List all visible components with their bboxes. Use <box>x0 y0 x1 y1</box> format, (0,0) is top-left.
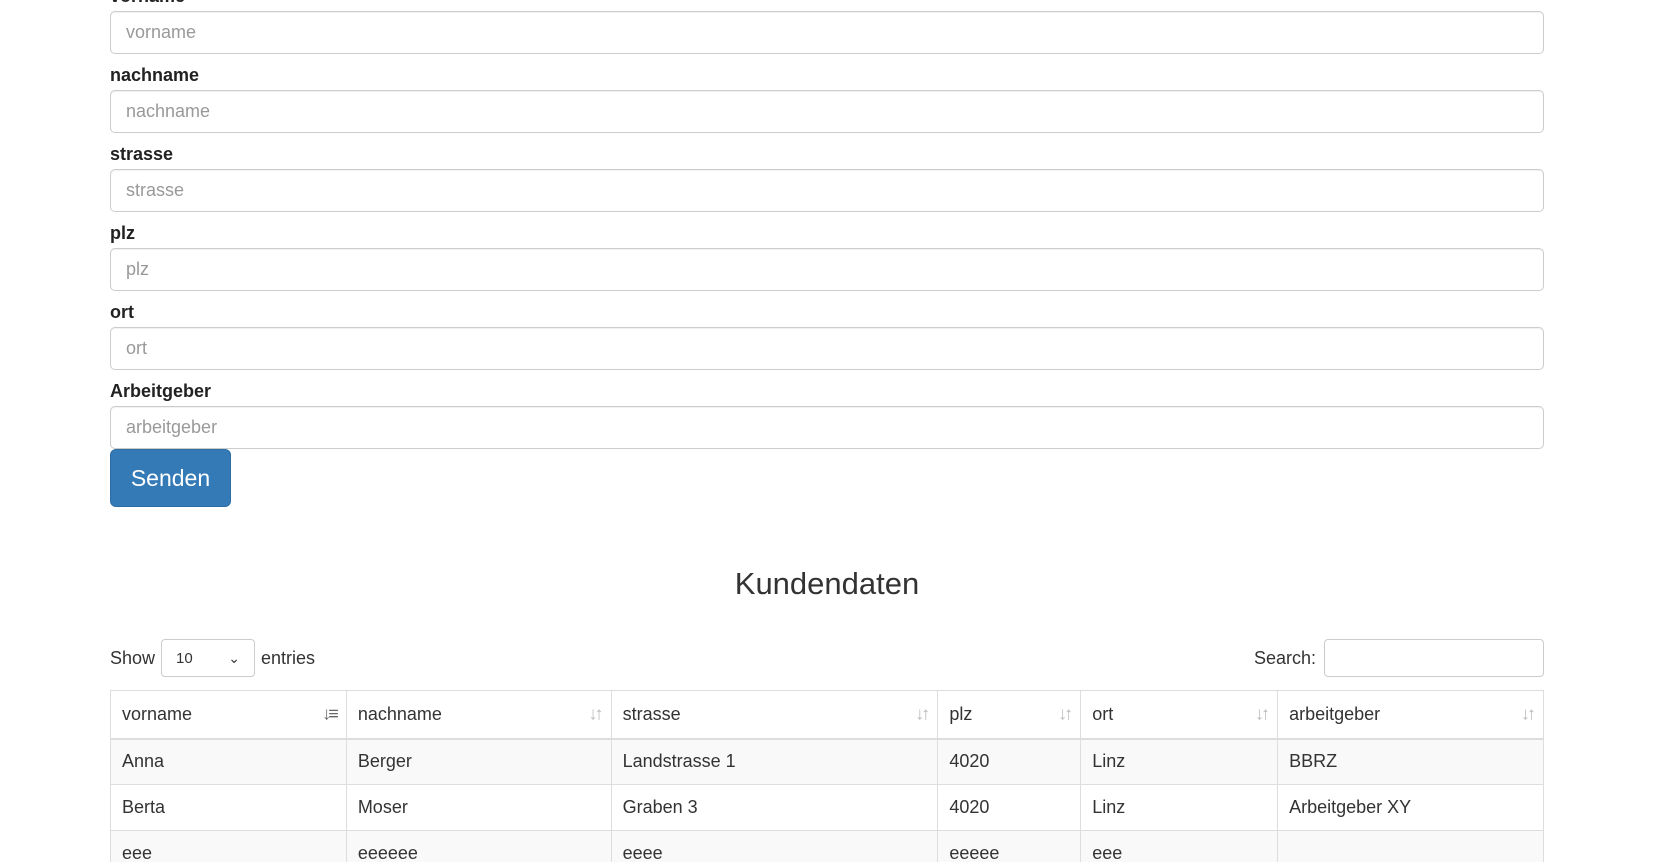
vorname-input[interactable] <box>110 11 1544 54</box>
table-cell: Arbeitgeber XY <box>1277 784 1544 831</box>
table-row: Berta Moser Graben 3 4020 Linz Arbeitgeb… <box>110 784 1544 831</box>
entries-length-select[interactable]: 10 ⌄ <box>161 639 256 677</box>
table-cell: 4020 <box>937 784 1082 831</box>
sort-icon: ↓↑ <box>1255 703 1270 724</box>
table-cell: eee <box>1080 830 1279 862</box>
table-cell: eee <box>110 830 347 862</box>
entries-length-value: 10 <box>176 649 193 667</box>
section-title: Kundendaten <box>734 566 920 601</box>
send-button[interactable]: Senden <box>110 449 231 507</box>
length-control: Show 10 ⌄ entries <box>110 638 315 678</box>
search-control: Search: <box>1254 638 1544 678</box>
sort-ascending-icon: ↓≡ <box>322 703 338 724</box>
table-row: eee eeeeee eeee eeeee eee <box>110 830 1544 862</box>
table-cell: Moser <box>345 784 612 831</box>
show-label: Show <box>110 647 156 668</box>
table-cell: Anna <box>110 738 347 785</box>
column-header-vorname[interactable]: vorname ↓≡ <box>110 690 347 740</box>
strasse-label: strasse <box>110 144 174 164</box>
column-header-ort[interactable]: ort ↓↑ <box>1080 690 1279 740</box>
column-header-arbeitgeber[interactable]: arbeitgeber ↓↑ <box>1277 690 1544 740</box>
table-cell: Linz <box>1080 738 1279 785</box>
chevron-down-icon: ⌄ <box>228 649 241 666</box>
nachname-input[interactable] <box>110 90 1544 133</box>
entries-label: entries <box>261 647 316 668</box>
search-label: Search: <box>1253 647 1316 668</box>
table-cell: Berger <box>345 738 612 785</box>
table-cell: Graben 3 <box>610 784 939 831</box>
plz-input[interactable] <box>110 248 1544 291</box>
page: vorname nachname strasse plz ort Arbeitg… <box>0 0 1667 862</box>
customer-form: vorname nachname strasse plz ort Arbeitg… <box>110 0 1544 507</box>
table-cell: Linz <box>1080 784 1279 831</box>
plz-label: plz <box>110 223 135 243</box>
sort-icon: ↓↑ <box>1521 703 1536 724</box>
sort-icon: ↓↑ <box>1058 703 1073 724</box>
table-cell: eeee <box>610 830 939 862</box>
ort-label: ort <box>110 302 134 322</box>
arbeitgeber-label: Arbeitgeber <box>110 381 212 401</box>
column-header-nachname[interactable]: nachname ↓↑ <box>345 690 612 740</box>
column-header-label: vorname <box>122 703 193 724</box>
column-header-label: nachname <box>357 703 442 724</box>
column-header-label: arbeitgeber <box>1289 703 1381 724</box>
sort-icon: ↓↑ <box>915 703 930 724</box>
nachname-label: nachname <box>110 65 200 85</box>
ort-input[interactable] <box>110 327 1544 370</box>
column-header-label: ort <box>1092 703 1114 724</box>
table-cell: eeeee <box>937 830 1082 862</box>
sort-icon: ↓↑ <box>588 703 604 724</box>
arbeitgeber-input[interactable] <box>110 406 1544 449</box>
table-controls: Show 10 ⌄ entries Search: <box>110 638 1544 678</box>
customer-table: vorname ↓≡ nachname ↓↑ strasse ↓↑ plz ↓↑… <box>110 690 1544 862</box>
column-header-label: strasse <box>622 703 681 724</box>
table-cell: eeeeee <box>345 830 612 862</box>
column-header-plz[interactable]: plz ↓↑ <box>937 690 1082 740</box>
table-cell: BBRZ <box>1277 738 1544 785</box>
column-header-strasse[interactable]: strasse ↓↑ <box>610 690 939 740</box>
table-header-row: vorname ↓≡ nachname ↓↑ strasse ↓↑ plz ↓↑… <box>110 690 1544 740</box>
column-header-label: plz <box>949 703 973 724</box>
strasse-input[interactable] <box>110 169 1544 212</box>
vorname-label: vorname <box>110 0 1544 6</box>
table-cell: Berta <box>110 784 347 831</box>
table-cell: 4020 <box>937 738 1082 785</box>
table-row: Anna Berger Landstrasse 1 4020 Linz BBRZ <box>110 738 1544 785</box>
search-input[interactable] <box>1324 639 1544 677</box>
table-cell <box>1277 830 1544 862</box>
table-cell: Landstrasse 1 <box>610 738 939 785</box>
